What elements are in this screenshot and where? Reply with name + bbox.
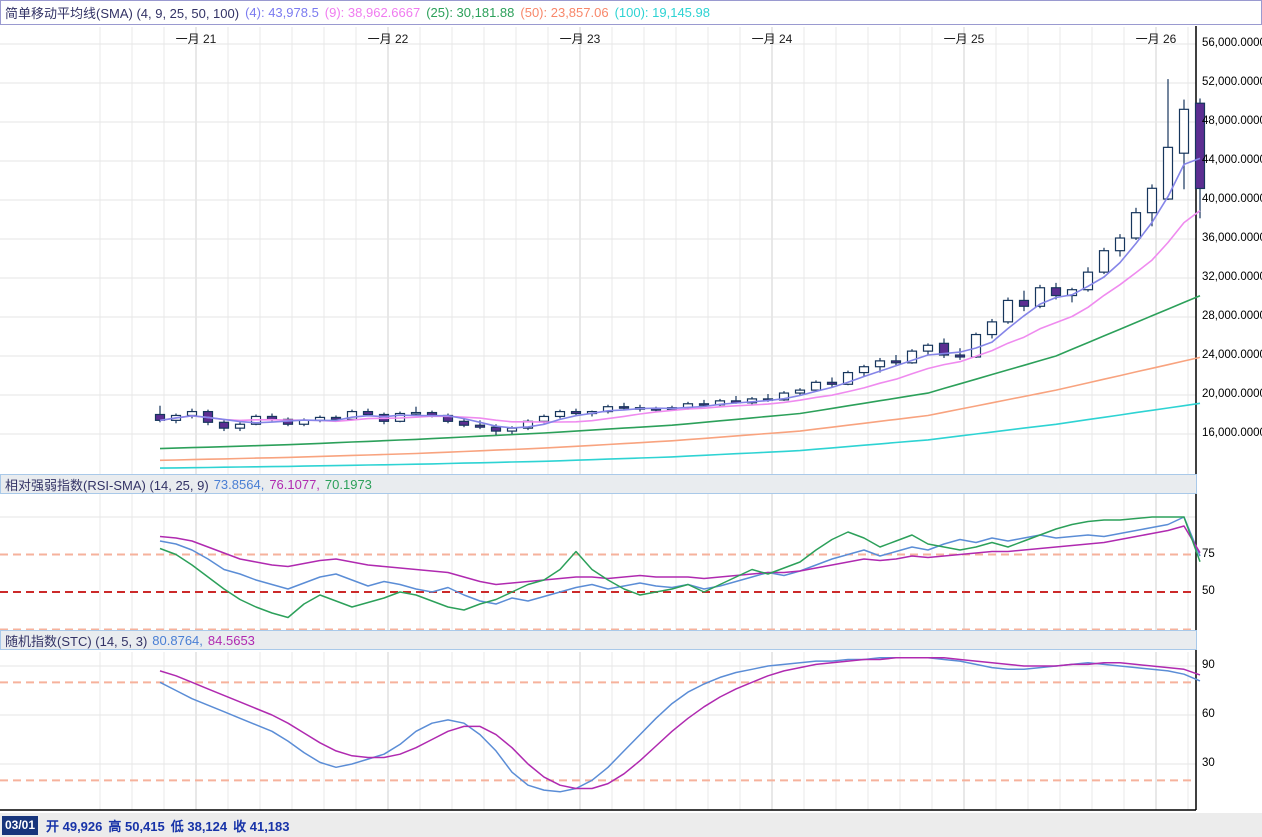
main-chart-canvas[interactable] xyxy=(0,27,1196,474)
sma-indicator-label: 简单移动平均线(SMA) (4, 9, 25, 50, 100) xyxy=(5,3,239,22)
sma-value: (9): 38,962.6667 xyxy=(325,5,420,20)
sma-value: (25): 30,181.88 xyxy=(426,5,514,20)
rsi-value: 73.8564, xyxy=(214,477,265,492)
stc-value: 80.8764, xyxy=(152,633,203,648)
rsi-indicator-header[interactable]: 相对强弱指数(RSI-SMA) (14, 25, 9) 73.8564, 76.1… xyxy=(0,474,1197,494)
rsi-indicator-label: 相对强弱指数(RSI-SMA) (14, 25, 9) xyxy=(5,475,209,494)
axis-tick-label: 50 xyxy=(1202,585,1262,597)
sma-value: (50): 23,857.06 xyxy=(520,5,608,20)
axis-tick-label: 16,000.0000 xyxy=(1202,427,1262,439)
ohlc-field-收: 收 41,183 xyxy=(233,819,289,834)
sma-indicator-header[interactable]: 简单移动平均线(SMA) (4, 9, 25, 50, 100) (4): 43… xyxy=(0,0,1262,25)
axis-tick-label: 48,000.0000 xyxy=(1202,115,1262,127)
charting-app-window: 简单移动平均线(SMA) (4, 9, 25, 50, 100) (4): 43… xyxy=(0,0,1262,837)
axis-tick-label: 20,000.0000 xyxy=(1202,388,1262,400)
sma-value: (100): 19,145.98 xyxy=(615,5,710,20)
rsi-chart-canvas[interactable] xyxy=(0,494,1196,630)
ohlc-readout: 开 49,926 高 50,415 低 38,124 收 41,183 xyxy=(46,816,296,835)
axis-tick-label: 52,000.0000 xyxy=(1202,76,1262,88)
axis-tick-label: 75 xyxy=(1202,548,1262,560)
sma-value: (4): 43,978.5 xyxy=(245,5,319,20)
axis-tick-label: 30 xyxy=(1202,757,1262,769)
ohlc-field-高: 高 50,415 xyxy=(108,819,164,834)
axis-tick-label: 60 xyxy=(1202,708,1262,720)
stc-chart-canvas[interactable] xyxy=(0,652,1196,810)
axis-tick-label: 56,000.0000 xyxy=(1202,37,1262,49)
stc-indicator-label: 随机指数(STC) (14, 5, 3) xyxy=(5,631,147,650)
axis-tick-label: 36,000.0000 xyxy=(1202,232,1262,244)
axis-tick-label: 90 xyxy=(1202,659,1262,671)
ohlc-field-开: 开 49,926 xyxy=(46,819,102,834)
rsi-indicator-values: 73.8564, 76.1077, 70.1973 xyxy=(209,477,372,492)
axis-tick-label: 32,000.0000 xyxy=(1202,271,1262,283)
date-badge: 03/01 xyxy=(2,816,38,835)
axis-tick-label: 40,000.0000 xyxy=(1202,193,1262,205)
rsi-value: 76.1077, xyxy=(269,477,320,492)
axis-tick-label: 44,000.0000 xyxy=(1202,154,1262,166)
axis-tick-label: 28,000.0000 xyxy=(1202,310,1262,322)
axis-tick-label: 24,000.0000 xyxy=(1202,349,1262,361)
rsi-value: 70.1973 xyxy=(325,477,372,492)
stc-indicator-values: 80.8764, 84.5653 xyxy=(147,633,255,648)
stc-value: 84.5653 xyxy=(208,633,255,648)
ohlc-field-低: 低 38,124 xyxy=(171,819,227,834)
status-bar: 03/01 开 49,926 高 50,415 低 38,124 收 41,183 xyxy=(0,813,1262,837)
sma-indicator-values: (4): 43,978.5 (9): 38,962.6667 (25): 30,18… xyxy=(239,5,710,20)
stc-indicator-header[interactable]: 随机指数(STC) (14, 5, 3) 80.8764, 84.5653 xyxy=(0,630,1197,650)
